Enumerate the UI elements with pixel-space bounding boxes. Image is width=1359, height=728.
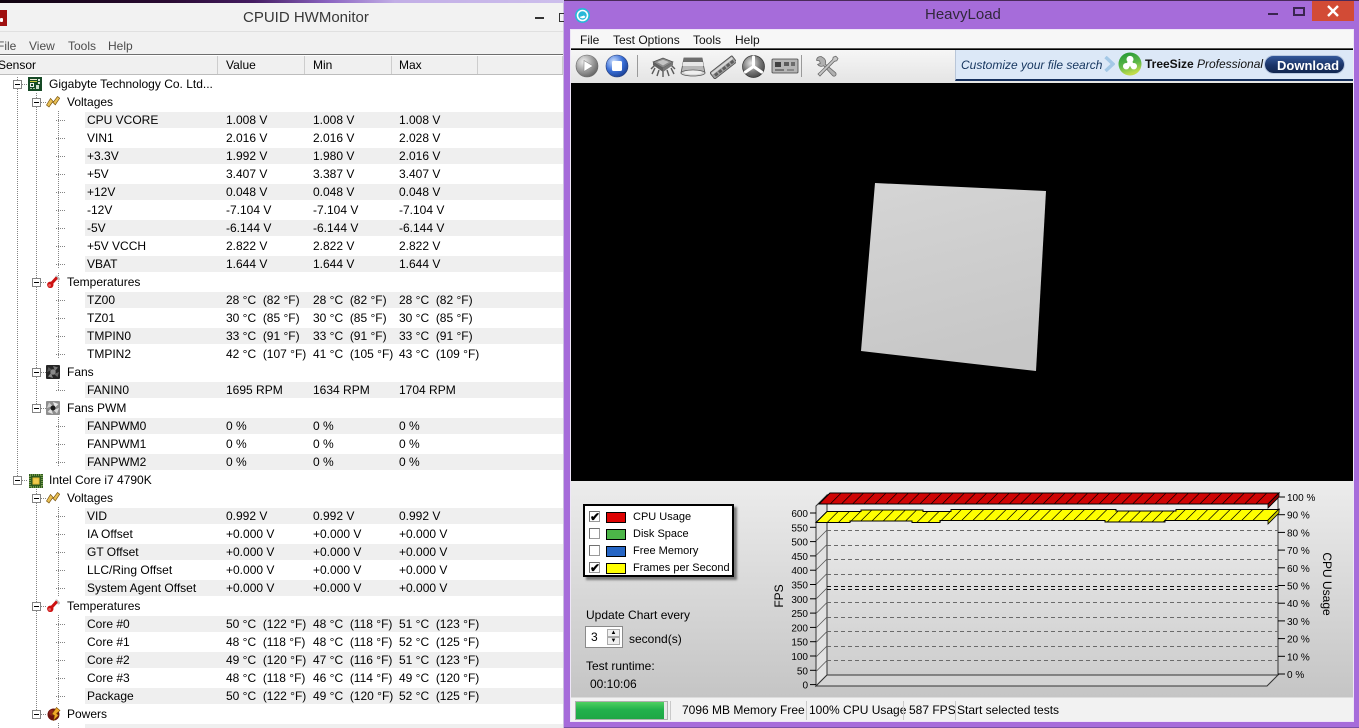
svg-text:0 %: 0 % (1287, 670, 1304, 681)
svg-text:0: 0 (802, 681, 808, 692)
svg-text:20 %: 20 % (1287, 635, 1310, 646)
svg-text:10 %: 10 % (1287, 652, 1310, 663)
svg-text:250: 250 (791, 609, 808, 620)
svg-text:350: 350 (791, 581, 808, 592)
svg-text:100: 100 (791, 652, 808, 663)
svg-text:70 %: 70 % (1287, 546, 1310, 557)
svg-text:400: 400 (791, 566, 808, 577)
svg-text:200: 200 (791, 623, 808, 634)
svg-text:500: 500 (791, 538, 808, 549)
svg-text:CPU Usage: CPU Usage (1320, 552, 1334, 616)
svg-text:FPS: FPS (772, 584, 786, 607)
svg-text:150: 150 (791, 638, 808, 649)
svg-text:50: 50 (797, 666, 809, 677)
svg-text:30 %: 30 % (1287, 617, 1310, 628)
svg-text:80 %: 80 % (1287, 528, 1310, 539)
svg-text:450: 450 (791, 552, 808, 563)
svg-text:100 %: 100 % (1287, 493, 1315, 504)
svg-text:60 %: 60 % (1287, 564, 1310, 575)
svg-text:300: 300 (791, 595, 808, 606)
svg-text:90 %: 90 % (1287, 511, 1310, 522)
svg-text:40 %: 40 % (1287, 599, 1310, 610)
svg-text:50 %: 50 % (1287, 582, 1310, 593)
svg-text:600: 600 (791, 509, 808, 520)
svg-text:550: 550 (791, 523, 808, 534)
